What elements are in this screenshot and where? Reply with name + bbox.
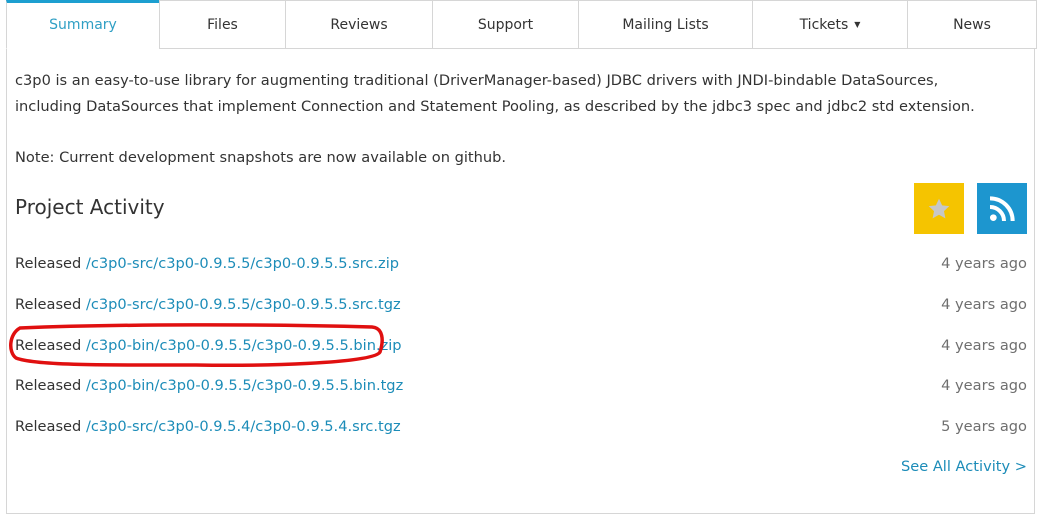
see-all-activity-link[interactable]: See All Activity > (901, 455, 1027, 479)
tab-summary[interactable]: Summary (6, 0, 159, 49)
rss-icon (989, 195, 1015, 221)
activity-time: 4 years ago (941, 255, 1027, 272)
tab-news-label: News (953, 16, 991, 33)
tab-summary-label: Summary (49, 17, 117, 33)
activity-time: 5 years ago (941, 418, 1027, 435)
activity-row: Released /c3p0-src/c3p0-0.9.5.5/c3p0-0.9… (15, 293, 1027, 317)
tab-tickets-label: Tickets (799, 16, 849, 33)
activity-file-link[interactable]: /c3p0-bin/c3p0-0.9.5.5/c3p0-0.9.5.5.bin.… (86, 377, 403, 394)
tab-support[interactable]: Support (432, 0, 578, 49)
activity-time: 4 years ago (941, 377, 1027, 394)
activity-row: Released /c3p0-src/c3p0-0.9.5.4/c3p0-0.9… (15, 415, 1027, 439)
activity-file-link[interactable]: /c3p0-src/c3p0-0.9.5.5/c3p0-0.9.5.5.src.… (86, 296, 401, 313)
activity-prefix: Released (15, 255, 82, 272)
activity-prefix: Released (15, 296, 82, 313)
rss-button[interactable] (977, 183, 1027, 234)
tab-files[interactable]: Files (159, 0, 285, 49)
activity-row-highlighted: Released /c3p0-bin/c3p0-0.9.5.5/c3p0-0.9… (15, 334, 1027, 358)
star-icon (928, 198, 950, 218)
activity-file-link[interactable]: /c3p0-src/c3p0-0.9.5.5/c3p0-0.9.5.5.src.… (86, 255, 399, 272)
activity-row: Released /c3p0-bin/c3p0-0.9.5.5/c3p0-0.9… (15, 374, 1027, 398)
activity-file-link[interactable]: /c3p0-src/c3p0-0.9.5.4/c3p0-0.9.5.4.src.… (86, 418, 401, 435)
activity-time: 4 years ago (941, 337, 1027, 354)
project-description: c3p0 is an easy-to-use library for augme… (15, 72, 975, 115)
activity-prefix: Released (15, 418, 82, 435)
activity-file-link[interactable]: /c3p0-bin/c3p0-0.9.5.5/c3p0-0.9.5.5.bin.… (86, 337, 402, 354)
tab-support-label: Support (477, 16, 534, 33)
tab-reviews[interactable]: Reviews (285, 0, 432, 49)
activity-prefix: Released (15, 377, 82, 394)
section-title: Project Activity (15, 195, 165, 219)
tab-reviews-label: Reviews (330, 16, 388, 33)
activity-time: 4 years ago (941, 296, 1027, 313)
tab-news[interactable]: News (907, 0, 1037, 49)
project-tab-bar: Summary Files Reviews Support Mailing Li… (6, 0, 1037, 49)
tab-tickets[interactable]: Tickets ▼ (752, 0, 907, 49)
tab-files-label: Files (207, 16, 238, 33)
project-note: Note: Current development snapshots are … (15, 149, 507, 166)
tab-mailing-lists[interactable]: Mailing Lists (578, 0, 752, 49)
activity-prefix: Released (15, 337, 82, 354)
tab-mailing-lists-label: Mailing Lists (622, 16, 709, 33)
star-button[interactable] (914, 183, 964, 234)
caret-down-icon: ▼ (854, 20, 861, 29)
activity-row: Released /c3p0-src/c3p0-0.9.5.5/c3p0-0.9… (15, 252, 1027, 276)
